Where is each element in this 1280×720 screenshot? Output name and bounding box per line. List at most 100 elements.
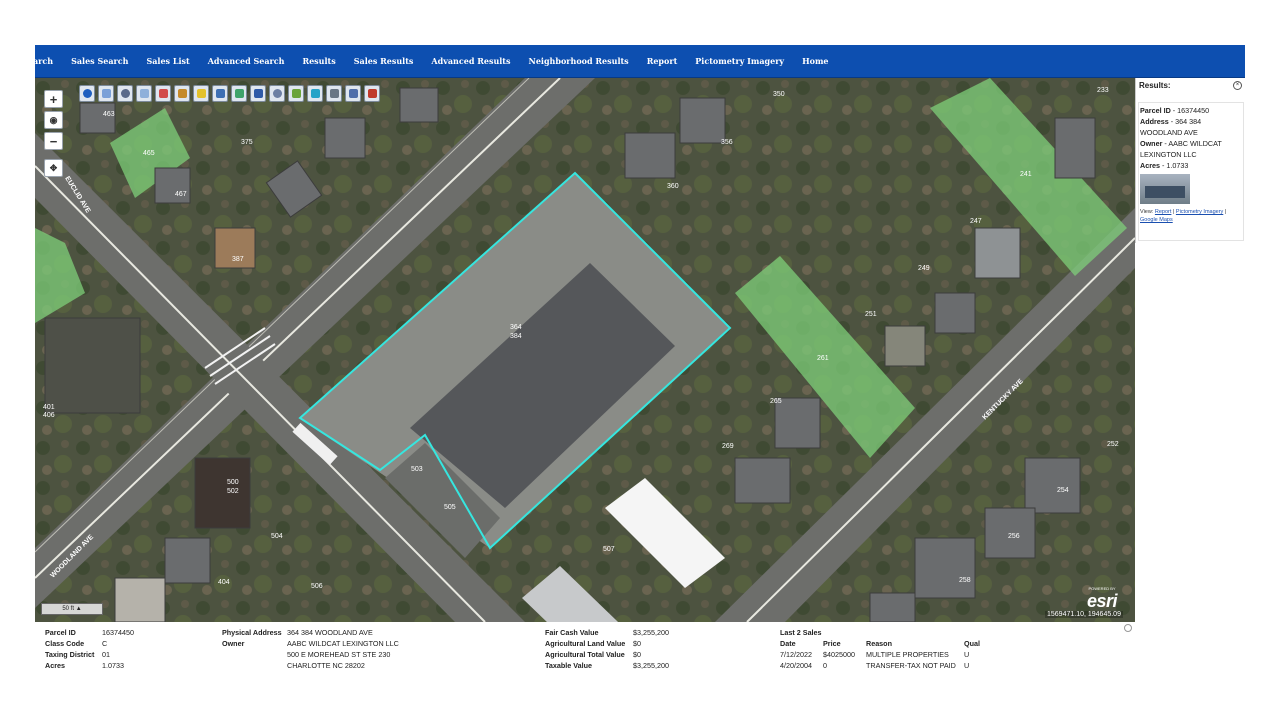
ag-land-label: Agricultural Land Value: [545, 639, 626, 648]
nav-item-advanced-search[interactable]: Advanced Search: [199, 56, 294, 66]
lot-506: 506: [311, 583, 323, 590]
result-links: View: Report | Pictometry Imagery | Goog…: [1140, 209, 1227, 223]
result-parcel-value: - 16374450: [1172, 106, 1210, 115]
view-label: View:: [1140, 209, 1154, 215]
nav-item-advanced-results[interactable]: Advanced Results: [422, 56, 519, 66]
acres-label: Acres: [45, 661, 65, 670]
lot-254: 254: [1057, 487, 1069, 494]
lot-252: 252: [1107, 441, 1119, 448]
zoom-in-button[interactable]: +: [44, 90, 63, 108]
results-title: Results:: [1139, 81, 1171, 90]
nav-item-report[interactable]: Report: [638, 56, 687, 66]
fair-cash-label: Fair Cash Value: [545, 628, 599, 637]
owner-label: Owner: [222, 639, 245, 648]
pictometry-link[interactable]: Pictometry Imagery: [1176, 209, 1223, 215]
top-nav: arch Sales Search Sales List Advanced Se…: [35, 45, 1245, 78]
physical-address-value: 364 384 WOODLAND AVE: [287, 628, 373, 637]
nav-item-search[interactable]: arch: [35, 56, 62, 66]
sales-title: Last 2 Sales: [780, 628, 822, 637]
nav-item-neighborhood-results[interactable]: Neighborhood Results: [520, 56, 638, 66]
sale-reason: TRANSFER-TAX NOT PAID: [866, 661, 956, 670]
measure-icon[interactable]: [174, 85, 190, 102]
close-details-button[interactable]: [1124, 624, 1132, 632]
lot-249: 249: [918, 265, 930, 272]
result-card[interactable]: Parcel ID - 16374450 Address - 364 384 W…: [1138, 102, 1244, 241]
identify-icon[interactable]: [79, 85, 95, 102]
lot-387: 387: [232, 256, 244, 263]
basemap-icon[interactable]: [231, 85, 247, 102]
close-results-button[interactable]: ×: [1233, 81, 1242, 90]
lot-502: 502: [227, 488, 239, 495]
ag-total-value: $0: [633, 650, 641, 659]
lot-256: 256: [1008, 533, 1020, 540]
lot-465: 465: [143, 150, 155, 157]
property-thumbnail[interactable]: [1140, 174, 1190, 204]
gis-app: arch Sales Search Sales List Advanced Se…: [35, 45, 1245, 677]
parcel-id-value: 16374450: [102, 628, 134, 637]
marker-icon[interactable]: [193, 85, 209, 102]
parcel-id-label: Parcel ID: [45, 628, 76, 637]
sales-header-price: Price: [823, 639, 841, 648]
nav-item-results[interactable]: Results: [293, 56, 344, 66]
lot-505: 505: [444, 504, 456, 511]
lot-463: 463: [103, 111, 115, 118]
owner-line-1: AABC WILDCAT LEXINGTON LLC: [287, 639, 399, 648]
sales-header-row: Date Price Reason Qual: [780, 638, 994, 649]
acres-value: 1.0733: [102, 661, 124, 670]
parcel-details: Parcel ID Class Code Taxing District Acr…: [35, 622, 1135, 677]
details-col-1-values: 16374450 C 01 1.0733: [102, 627, 134, 671]
search-icon[interactable]: [117, 85, 133, 102]
lot-265: 265: [770, 398, 782, 405]
lot-404: 404: [218, 579, 230, 586]
lot-507: 507: [603, 546, 615, 553]
print-icon[interactable]: [326, 85, 342, 102]
lot-356: 356: [721, 139, 733, 146]
globe-icon[interactable]: ◉: [44, 111, 63, 129]
select-icon[interactable]: [307, 85, 323, 102]
sales-header-date: Date: [780, 639, 796, 648]
details-col-2: Physical Address Owner: [222, 627, 282, 649]
result-acres-label: Acres: [1140, 161, 1160, 170]
lot-251: 251: [865, 311, 877, 318]
fair-cash-value: $3,255,200: [633, 628, 669, 637]
lot-center-364: 364: [510, 324, 522, 331]
lot-375: 375: [241, 139, 253, 146]
photo-icon[interactable]: [212, 85, 228, 102]
sale-price: 0: [823, 661, 827, 670]
lot-406: 406: [43, 412, 55, 419]
nav-item-home[interactable]: Home: [793, 56, 837, 66]
aerial-map[interactable]: 463 465 467 375 387 350 356 360 241 233 …: [35, 78, 1135, 622]
aerial-imagery: 463 465 467 375 387 350 356 360 241 233 …: [35, 78, 1135, 622]
pencil-icon[interactable]: [288, 85, 304, 102]
lot-500: 500: [227, 479, 239, 486]
lot-360: 360: [667, 183, 679, 190]
class-code-value: C: [102, 639, 108, 648]
esri-wordmark: esri: [1087, 591, 1118, 611]
sale-reason: MULTIPLE PROPERTIES: [866, 650, 949, 659]
draw-icon[interactable]: [155, 85, 171, 102]
lot-504: 504: [271, 533, 283, 540]
lot-241: 241: [1020, 171, 1032, 178]
nav-item-pictometry[interactable]: Pictometry Imagery: [686, 56, 793, 66]
zoom-out-button[interactable]: −: [44, 132, 63, 150]
nav-item-sales-search[interactable]: Sales Search: [62, 56, 137, 66]
nav-item-sales-results[interactable]: Sales Results: [345, 56, 423, 66]
share-icon[interactable]: [345, 85, 361, 102]
save-icon[interactable]: [364, 85, 380, 102]
chart-icon[interactable]: [250, 85, 266, 102]
google-maps-link[interactable]: Google Maps: [1140, 217, 1173, 223]
details-col-2-values: 364 384 WOODLAND AVE AABC WILDCAT LEXING…: [287, 627, 399, 671]
zoom-controls: + ◉ − ✥: [44, 90, 63, 177]
ag-land-value: $0: [633, 639, 641, 648]
sales-header-qual: Qual: [964, 639, 980, 648]
layers-icon[interactable]: [98, 85, 114, 102]
owner-line-2: 500 E MOREHEAD ST STE 230: [287, 650, 391, 659]
report-link[interactable]: Report: [1155, 209, 1172, 215]
table-row: 4/20/2004 0 TRANSFER-TAX NOT PAID U: [780, 660, 994, 671]
nav-item-sales-list[interactable]: Sales List: [137, 56, 198, 66]
results-panel: Results: × Parcel ID - 16374450 Address …: [1135, 78, 1245, 243]
taxing-district-label: Taxing District: [45, 650, 95, 659]
zoom-box-icon[interactable]: [136, 85, 152, 102]
buffer-icon[interactable]: [269, 85, 285, 102]
pan-icon[interactable]: ✥: [44, 159, 63, 177]
